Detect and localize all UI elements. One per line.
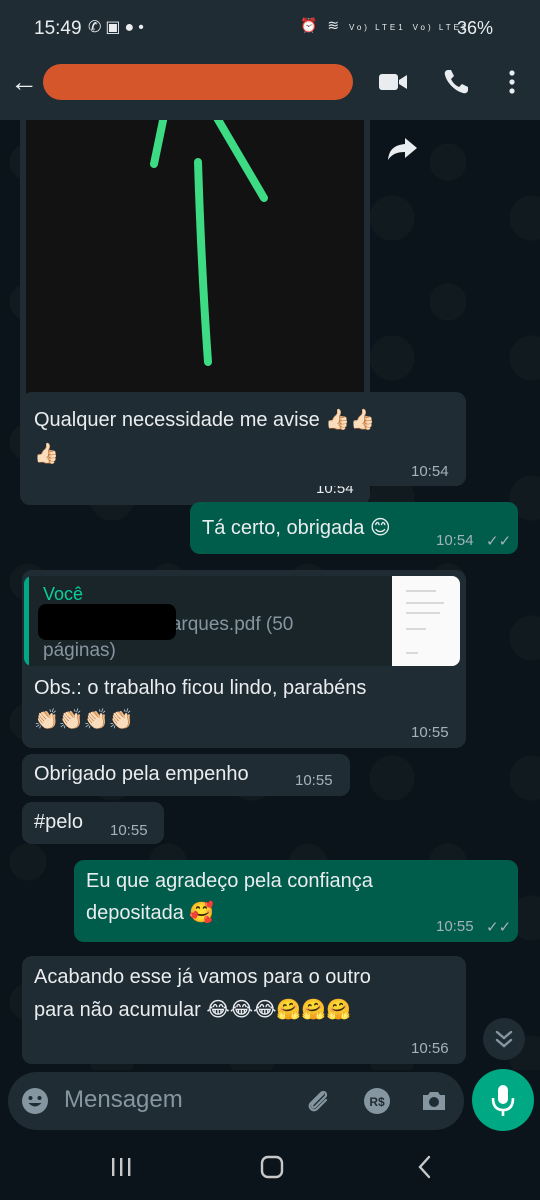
quoted-message[interactable]: Você Marques.pdf (50 páginas)	[24, 576, 460, 666]
message-bubble-incoming[interactable]: Obrigado pela empenho 10:55	[22, 754, 350, 796]
message-bubble-outgoing[interactable]: Eu que agradeço pela confiança depositad…	[74, 860, 518, 942]
payment-icon[interactable]: R$	[362, 1086, 392, 1116]
message-bubble-incoming[interactable]: Qualquer necessidade me avise 👍🏻👍🏻 👍🏻 10…	[22, 392, 466, 486]
dot-icon: •	[138, 19, 148, 36]
mic-button[interactable]	[472, 1069, 534, 1131]
signal-lte1-label: Vo) LTE1	[348, 23, 406, 32]
message-bubble-outgoing[interactable]: Tá certo, obrigada 😊 10:54 ✓✓	[190, 502, 518, 554]
message-text-line2: para não acumular 😂😂😂🤗🤗🤗	[34, 999, 352, 1021]
message-text: Obs.: o trabalho ficou lindo, parabéns	[34, 677, 367, 699]
message-text: #pelo	[34, 811, 83, 833]
account-icon: ●	[124, 19, 139, 36]
attach-icon[interactable]	[303, 1086, 333, 1116]
payment-label: R$	[369, 1095, 385, 1109]
chat-header: ←	[0, 58, 540, 120]
quote-accent-bar	[24, 576, 29, 666]
message-text: Qualquer necessidade me avise 👍🏻👍🏻	[34, 409, 376, 431]
image-icon: ▣	[105, 19, 125, 36]
wifi-icon: ≋	[327, 17, 343, 33]
battery-level: 36%	[457, 18, 494, 38]
chat-area[interactable]: 10:54 Qualquer necessidade me avise 👍🏻👍🏻…	[0, 120, 540, 1070]
voice-call-icon[interactable]	[442, 68, 470, 96]
message-time: 10:56	[411, 1040, 449, 1057]
status-bar: 15:49 ✆▣●• ⏰ ≋ Vo) LTE1 Vo) LTE2 36%	[0, 0, 540, 58]
document-thumbnail[interactable]	[392, 576, 460, 666]
more-options-icon[interactable]	[500, 68, 524, 96]
message-time: 10:54	[411, 463, 449, 480]
message-text: Obrigado pela empenho	[34, 763, 249, 785]
emoji-icon[interactable]	[20, 1086, 50, 1116]
whatsapp-icon: ✆	[88, 19, 106, 36]
forward-icon[interactable]	[383, 128, 423, 168]
message-text-line2: 👍🏻	[34, 443, 59, 465]
redacted-text	[38, 604, 176, 640]
home-icon[interactable]	[259, 1154, 285, 1180]
quote-file-line2: páginas)	[43, 640, 116, 661]
message-time: 10:55	[436, 918, 474, 935]
message-time: 10:55	[295, 772, 333, 789]
message-text: Tá certo, obrigada 😊	[202, 517, 391, 539]
contact-name-redacted[interactable]	[43, 64, 353, 100]
recent-apps-icon[interactable]	[108, 1154, 134, 1180]
message-time: 10:55	[110, 822, 148, 839]
back-icon[interactable]	[412, 1154, 438, 1180]
notification-icons: ✆▣●•	[88, 17, 148, 37]
message-text: Eu que agradeço pela confiança	[86, 870, 373, 892]
alarm-icon: ⏰	[300, 17, 321, 33]
read-ticks-icon: ✓✓	[486, 533, 512, 550]
message-input[interactable]: Mensagem	[64, 1086, 183, 1114]
video-call-icon[interactable]	[378, 70, 408, 94]
system-icons: ⏰ ≋ Vo) LTE1 Vo) LTE2	[300, 17, 469, 34]
message-bubble-incoming[interactable]: #pelo 10:55	[22, 802, 164, 844]
system-nav-bar	[0, 1134, 540, 1200]
message-composer: Mensagem R$	[8, 1072, 464, 1130]
mic-icon	[491, 1085, 515, 1116]
message-time: 10:54	[436, 532, 474, 549]
message-time: 10:55	[411, 724, 449, 741]
scroll-to-bottom-button[interactable]	[483, 1018, 525, 1060]
back-arrow-icon[interactable]: ←	[8, 64, 40, 100]
camera-icon[interactable]	[419, 1086, 449, 1116]
quote-author: Você	[43, 584, 84, 604]
double-chevron-down-icon	[495, 1030, 513, 1048]
read-ticks-icon: ✓✓	[486, 919, 512, 936]
status-time: 15:49	[34, 18, 82, 39]
message-bubble-incoming[interactable]: Acabando esse já vamos para o outro para…	[22, 956, 466, 1064]
message-text-line2: depositada 🥰	[86, 902, 215, 924]
message-text-line2: 👏🏻👏🏻👏🏻👏🏻	[34, 709, 134, 731]
message-text: Acabando esse já vamos para o outro	[34, 966, 371, 988]
